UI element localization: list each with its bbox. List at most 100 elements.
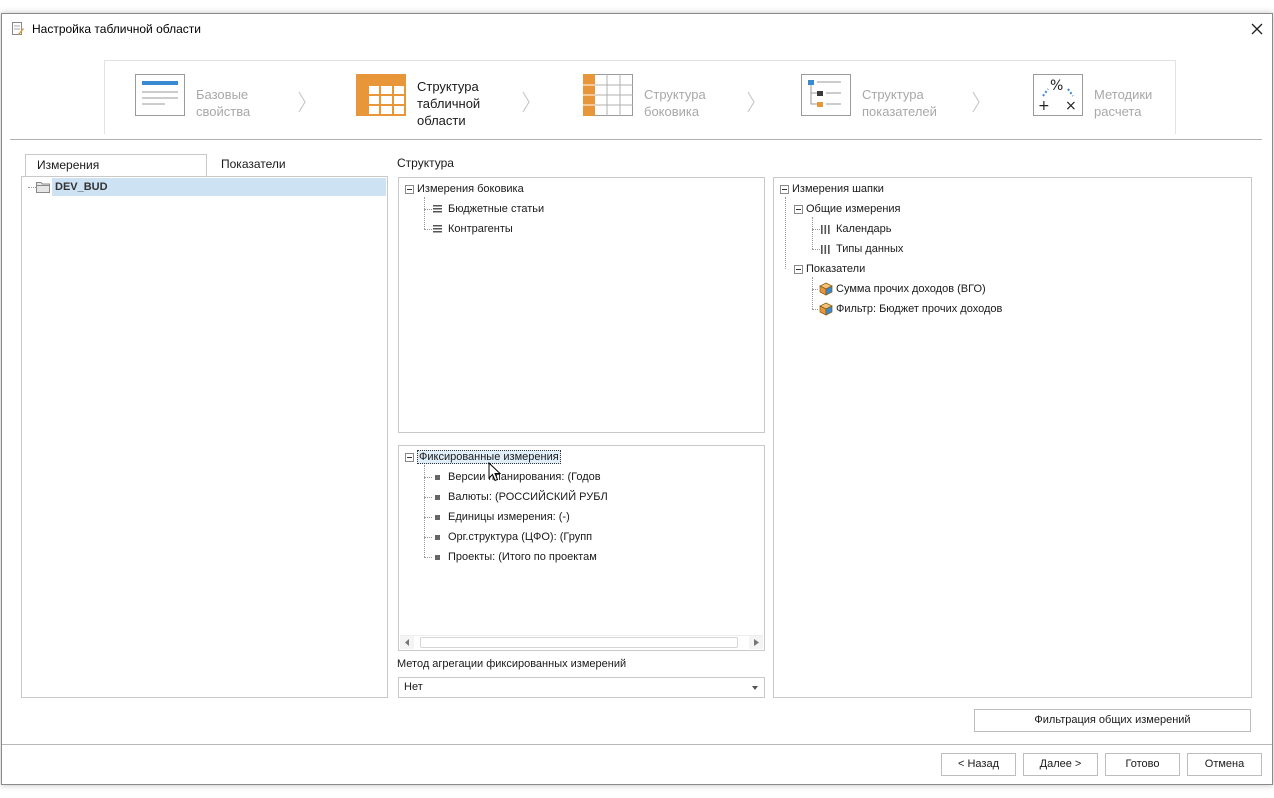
step-label: Структура боковика [644, 87, 706, 119]
tree-node-budget-items[interactable]: Бюджетные статьи [433, 200, 544, 218]
filter-common-dimensions-button[interactable]: Фильтрация общих измерений [974, 709, 1251, 732]
tree-node-fixed-item[interactable]: Орг.структура (ЦФО): (Групп [433, 528, 592, 546]
tree-node-fixed-item[interactable]: Единицы измерения: (-) [433, 508, 570, 526]
scroll-left-button[interactable] [400, 636, 414, 649]
dimensions-tree: DEV_BUD [21, 176, 388, 698]
next-button[interactable]: Далее > [1023, 753, 1098, 776]
step-table-structure[interactable]: Структура табличной области [356, 61, 521, 135]
wizard-steps: Базовые свойства Структура табличной обл… [104, 60, 1176, 134]
collapse-toggle[interactable] [405, 452, 414, 462]
list-lines-icon [433, 225, 442, 233]
square-bullet-icon [435, 534, 440, 540]
tree-node-label: Типы данных [836, 243, 904, 255]
tree-node-fixed-root[interactable]: Фиксированные измерения [405, 448, 561, 466]
tree-node-label: Единицы измерения: (-) [448, 511, 570, 523]
steps-divider [10, 139, 1262, 140]
tree-node-label: Контрагенты [448, 223, 513, 235]
document-edit-icon [12, 22, 24, 35]
tree-node-label: Фильтр: Бюджет прочих доходов [836, 303, 1003, 315]
tree-connector [424, 557, 432, 558]
tree-connector [424, 537, 432, 538]
tree-node-common-dimensions[interactable]: Общие измерения [794, 200, 901, 218]
aggregation-value: Нет [404, 681, 423, 693]
tree-node-label: Сумма прочих доходов (ВГО) [836, 283, 986, 295]
step-side-structure[interactable]: Структура боковика [583, 61, 743, 135]
tree-node-data-types[interactable]: Типы данных [821, 240, 903, 258]
cancel-button[interactable]: Отмена [1187, 753, 1262, 776]
tree-connector [812, 309, 818, 310]
aggregation-select[interactable]: Нет [398, 677, 765, 698]
folder-icon [36, 182, 50, 193]
step-label: Базовые свойства [196, 87, 251, 119]
collapse-toggle[interactable] [405, 184, 414, 194]
calculator-icon: % + × [1033, 74, 1083, 116]
tab-indicators[interactable]: Показатели [210, 154, 330, 177]
tree-connector [424, 497, 432, 498]
tree-node-label: Проекты: (Итого по проектам [448, 551, 597, 563]
horizontal-scrollbar[interactable] [400, 635, 763, 649]
tab-dimensions[interactable]: Измерения [25, 154, 207, 177]
step-label: Структура показателей [862, 87, 937, 119]
chevron-down-icon [752, 686, 758, 690]
tree-connector [812, 277, 813, 309]
form-icon [135, 74, 185, 116]
chevron-right-icon [298, 91, 306, 113]
back-button[interactable]: < Назад [941, 753, 1016, 776]
tree-connector [812, 289, 818, 290]
window-title: Настройка табличной области [32, 22, 201, 36]
tree-node-contractors[interactable]: Контрагенты [433, 220, 513, 238]
list-lines-icon [433, 205, 442, 213]
step-indicators-structure[interactable]: Структура показателей [801, 61, 971, 135]
tree-connector [812, 229, 820, 230]
table-grid-icon [356, 74, 406, 116]
tree-node-dev-bud[interactable]: DEV_BUD [36, 178, 108, 196]
tree-connector [785, 197, 786, 269]
hierarchy-icon [801, 74, 851, 116]
collapse-toggle[interactable] [780, 184, 789, 194]
svg-text:%: % [1050, 78, 1063, 94]
tree-node-header-root[interactable]: Измерения шапки [780, 180, 884, 198]
square-bullet-icon [435, 474, 440, 480]
cube-icon [819, 302, 833, 316]
mouse-cursor-icon [488, 462, 502, 482]
tree-connector [424, 465, 425, 557]
chevron-right-icon [972, 91, 980, 113]
tree-node-fixed-item[interactable]: Валюты: (РОССИЙСКИЙ РУБЛ [433, 488, 608, 506]
tree-connector [424, 477, 432, 478]
chevron-right-icon [747, 91, 755, 113]
tree-node-label: Общие измерения [806, 203, 901, 215]
square-bullet-icon [435, 514, 440, 520]
tree-node-fixed-item[interactable]: Версии планирования: (Годов [433, 468, 601, 486]
step-calc-methods[interactable]: % + × Методики расчета [1033, 61, 1173, 135]
scrollbar-thumb[interactable] [420, 637, 738, 648]
side-grid-icon [583, 74, 633, 116]
tree-connector [28, 187, 36, 188]
tree-node-calendar[interactable]: Календарь [821, 220, 892, 238]
arrow-right-icon [753, 639, 759, 646]
svg-text:×: × [1065, 98, 1077, 114]
scroll-right-button[interactable] [749, 636, 763, 649]
columns-icon [821, 244, 830, 254]
close-icon[interactable] [1246, 18, 1268, 40]
tree-node-indicators[interactable]: Показатели [794, 260, 865, 278]
tree-node-indicator-item[interactable]: Фильтр: Бюджет прочих доходов [819, 300, 1002, 318]
tree-connector [424, 209, 432, 210]
tree-node-fixed-item[interactable]: Проекты: (Итого по проектам [433, 548, 597, 566]
aggregation-label: Метод агрегации фиксированных измерений [397, 658, 627, 670]
header-dimensions-tree: Измерения шапки Общие измерения Календар… [773, 177, 1252, 698]
step-label: Методики расчета [1094, 87, 1153, 119]
dialog-window: Настройка табличной области Базовые свой… [1, 13, 1273, 785]
tree-node-label: Измерения шапки [792, 183, 884, 195]
collapse-toggle[interactable] [794, 264, 803, 274]
side-dimensions-tree: Измерения боковика Бюджетные статьи Конт… [398, 177, 765, 433]
tree-connector [812, 217, 813, 249]
arrow-left-icon [404, 639, 409, 646]
tree-node-label: Бюджетные статьи [448, 203, 545, 215]
done-button[interactable]: Готово [1105, 753, 1180, 776]
collapse-toggle[interactable] [794, 204, 803, 214]
tree-node-side-root[interactable]: Измерения боковика [405, 180, 524, 198]
tree-node-indicator-item[interactable]: Сумма прочих доходов (ВГО) [819, 280, 986, 298]
fixed-dimensions-tree: Фиксированные измерения Версии планирова… [398, 445, 765, 651]
step-basic-properties[interactable]: Базовые свойства [135, 61, 295, 135]
cube-icon [819, 282, 833, 296]
